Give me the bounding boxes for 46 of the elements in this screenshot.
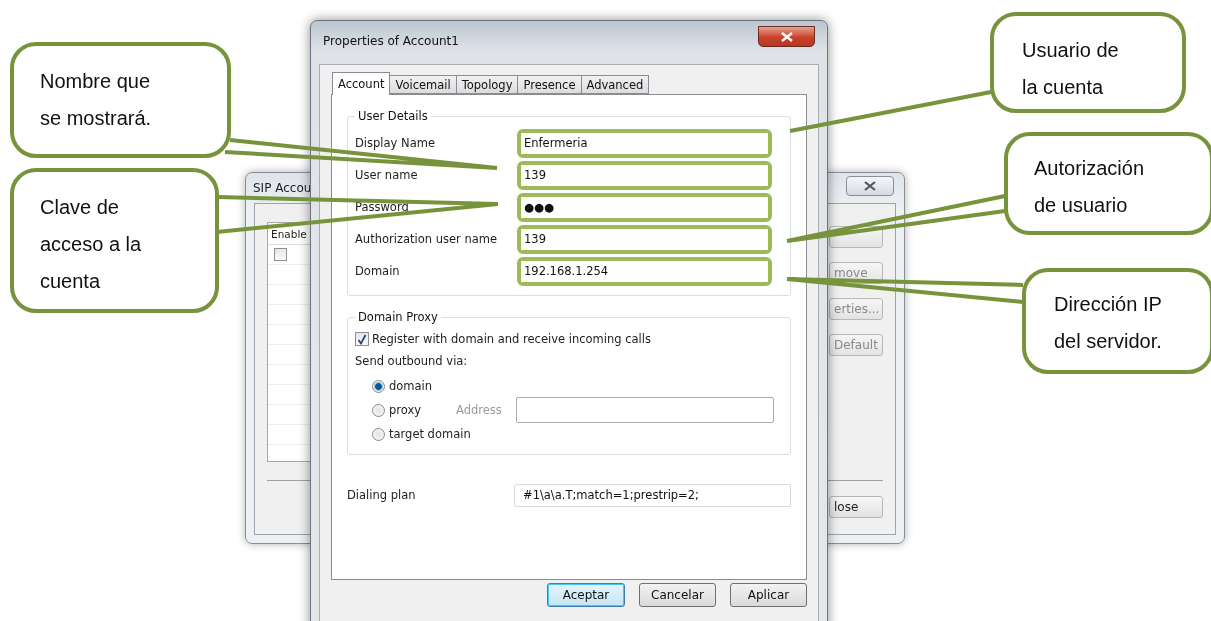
close-button[interactable] [758,26,815,47]
callout: Usuario de la cuenta [990,12,1186,113]
dialog-button[interactable]: Cancelar [639,583,716,607]
checkbox[interactable] [274,248,287,261]
input-field[interactable]: 139 [517,160,772,190]
field-label: Address [456,403,503,417]
section-label: Send outbound via: [355,353,469,370]
close-button[interactable] [846,176,894,196]
window-title: SIP Accou [253,181,312,195]
input-field[interactable]: ●●● [517,192,772,222]
field-label: User name [355,168,418,182]
field-label: Dialing plan [347,488,417,502]
group-title: User Details [357,109,429,123]
close-button[interactable]: lose [829,496,883,518]
radio-label: domain [389,379,433,393]
field-label: Domain [355,264,400,278]
group-title: Domain Proxy [357,310,439,324]
tab[interactable]: Advanced [580,75,650,94]
input-field[interactable]: Enfermeria [517,128,772,158]
dialog-button[interactable]: Aceptar [547,583,625,607]
callout: Dirección IP del servidor. [1022,268,1211,374]
column-header: Enable [271,228,307,240]
checkbox[interactable] [355,332,369,346]
dialog-title: Properties of Account1 [323,34,459,48]
tab[interactable]: Topology [455,75,519,94]
close-icon [780,31,793,42]
callout: Clave de acceso a la cuenta [10,168,219,313]
field-label: Display Name [355,136,435,150]
radio-button[interactable] [372,379,385,393]
radio-button[interactable] [372,403,385,417]
callout: Nombre que se mostrará. [10,42,231,158]
radio-label: proxy [389,403,422,417]
input-field[interactable]: 192.168.1.254 [517,256,772,286]
tab[interactable]: Voicemail [389,75,457,94]
radio-button[interactable] [372,427,385,441]
input-field[interactable]: 139 [517,224,772,254]
dialog-button[interactable]: Aplicar [730,583,807,607]
checkbox-label: Register with domain and receive incoming calls [372,332,651,346]
tab[interactable]: Account [332,72,391,95]
tab[interactable]: Presence [517,75,582,94]
radio-label: target domain [389,427,471,441]
field-label: Password [355,200,409,214]
field-label: Authorization user name [355,232,498,246]
input-field[interactable]: #1\a\a.T;match=1;prestrip=2; [514,483,791,507]
callout: Autorización de usuario [1004,132,1211,235]
close-icon [864,181,876,191]
